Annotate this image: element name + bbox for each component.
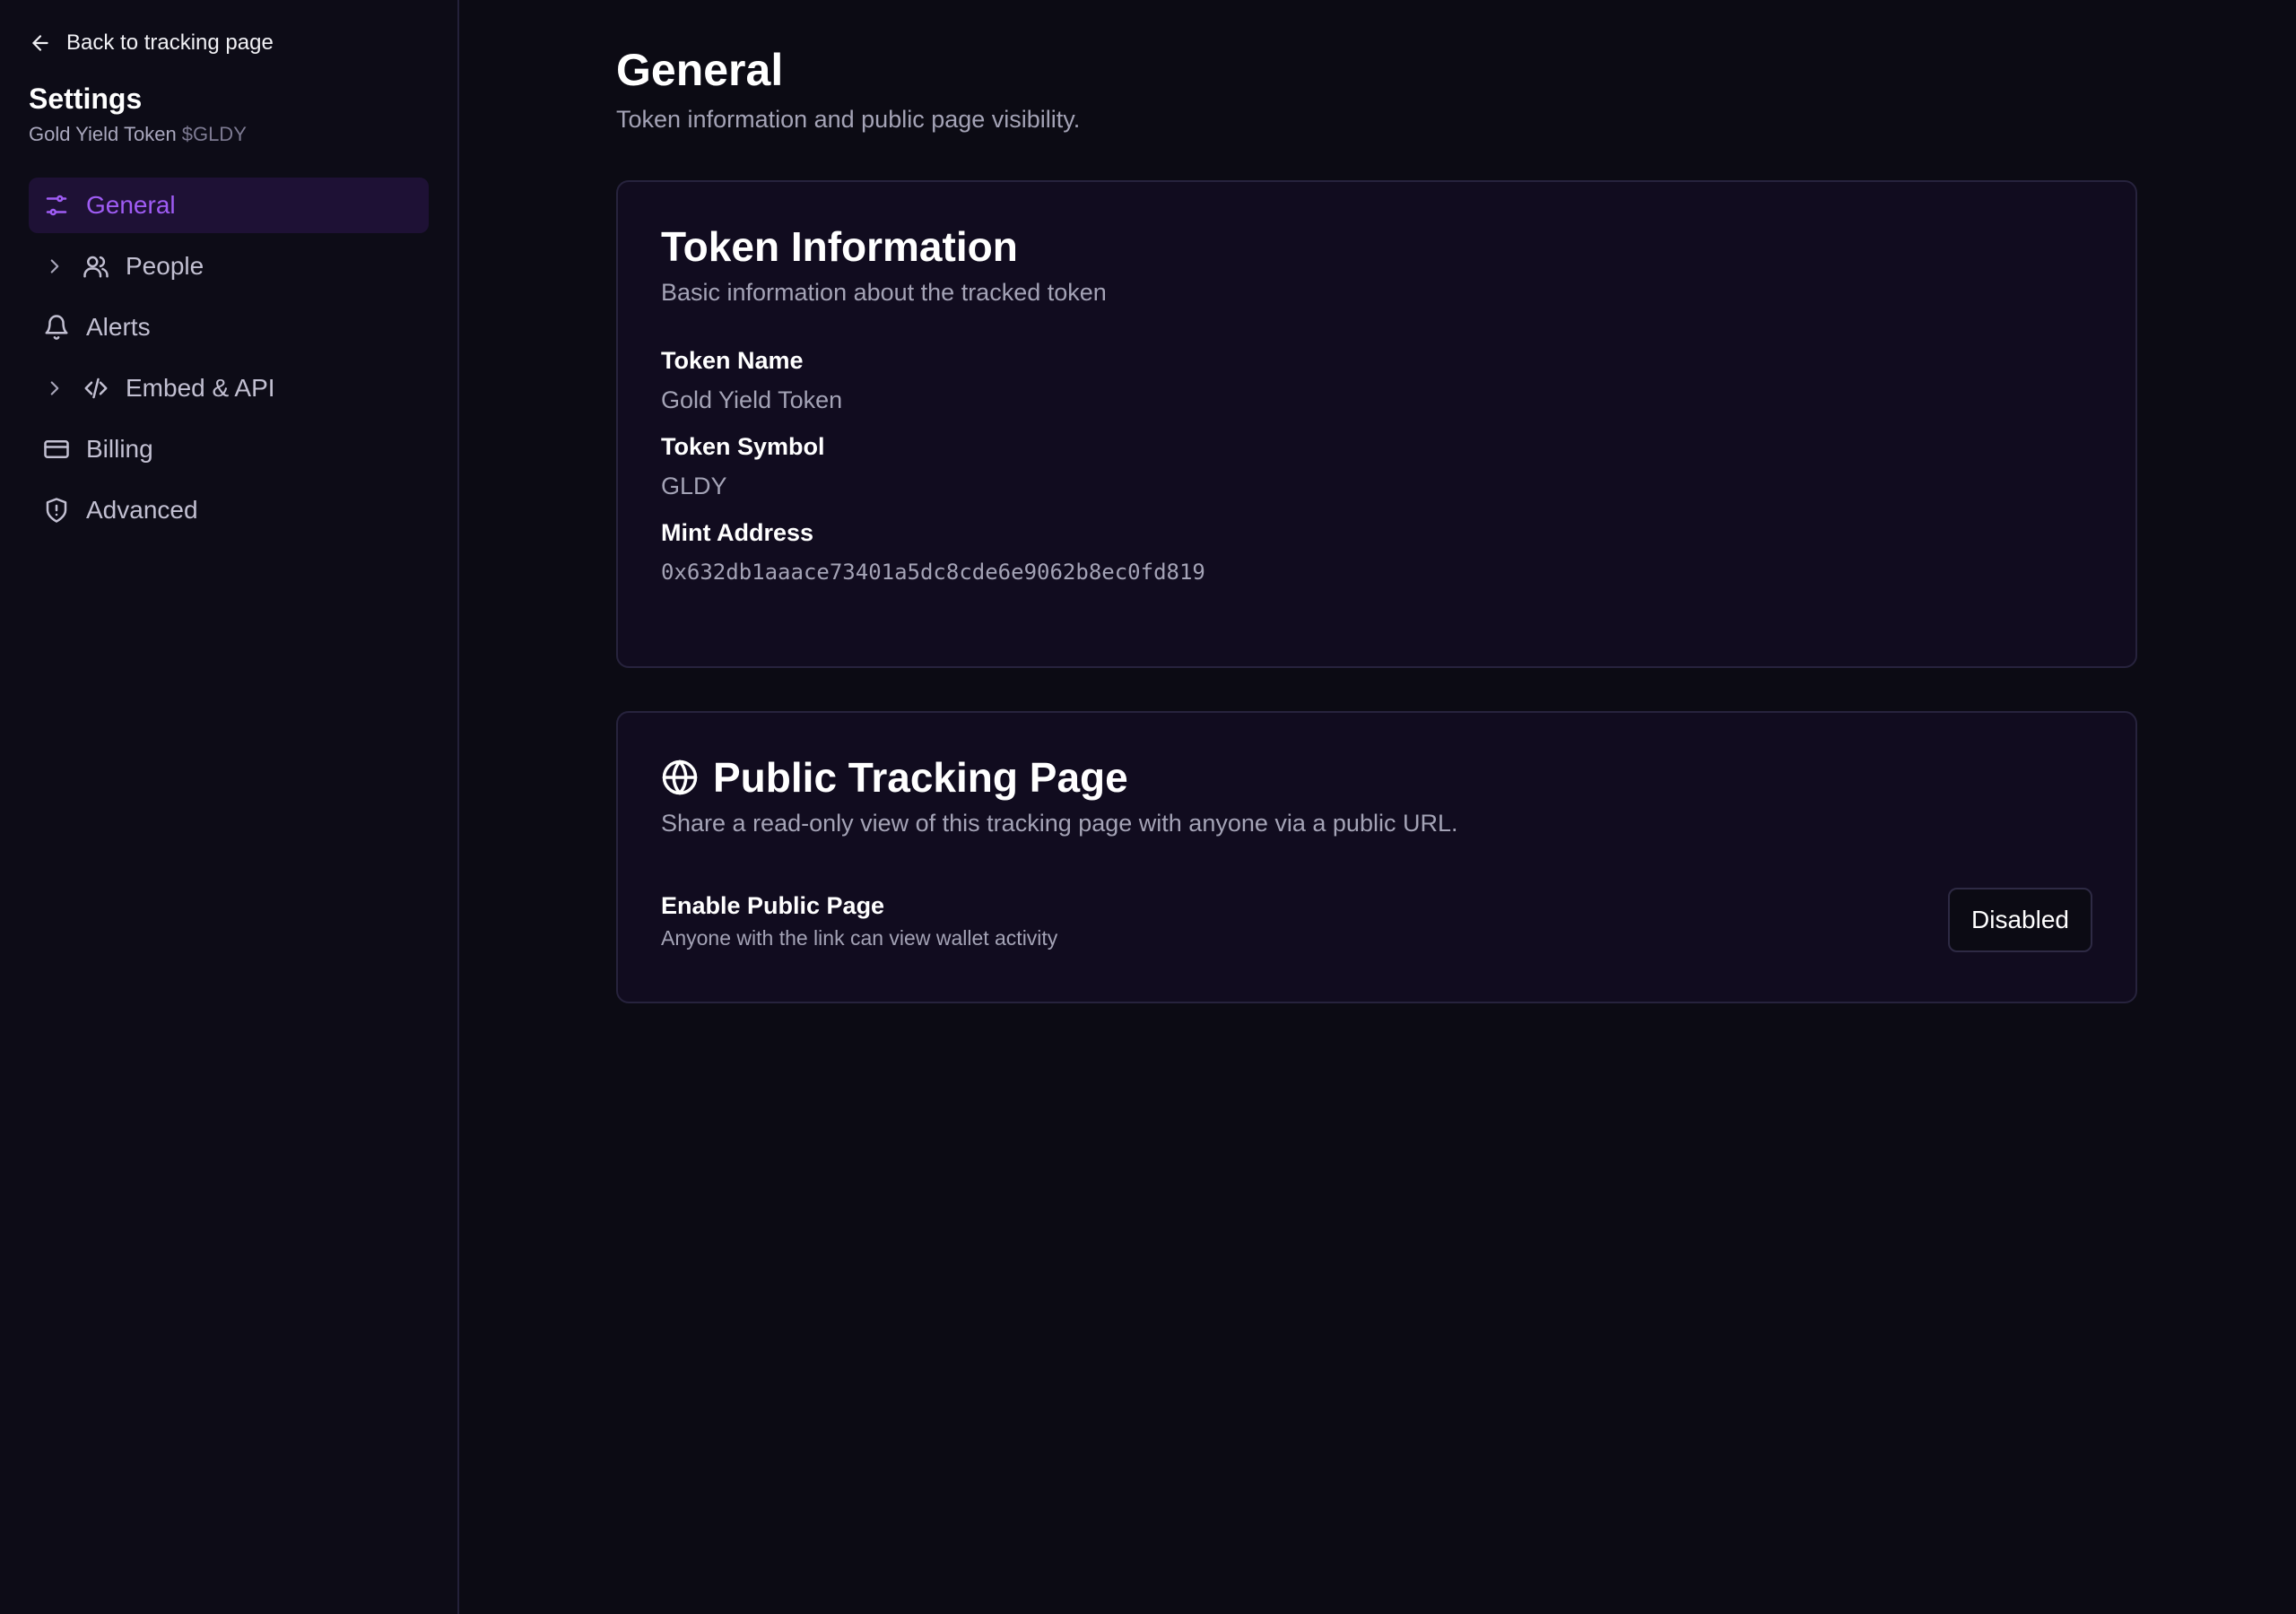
public-tracking-page-card: Public Tracking Page Share a read-only v… (616, 711, 2137, 1003)
page-subtitle: Token information and public page visibi… (616, 106, 1081, 133)
nav-item-label: Alerts (86, 313, 151, 341)
token-symbol-field: Token Symbol GLDY (661, 430, 2092, 502)
chevron-right-icon[interactable] (43, 377, 66, 400)
card-title-text: Public Tracking Page (713, 754, 1128, 801)
token-name: Gold Yield Token (29, 123, 177, 145)
mint-address-field: Mint Address 0x632db1aaace73401a5dc8cde6… (661, 516, 2092, 588)
nav-item-billing[interactable]: Billing (29, 421, 429, 477)
field-label: Mint Address (661, 519, 814, 546)
nav-item-label: People (126, 252, 204, 280)
code-icon (84, 377, 108, 399)
token-symbol: $GLDY (181, 123, 247, 145)
field-value: GLDY (661, 473, 727, 499)
public-page-toggle-button[interactable]: Disabled (1948, 888, 2092, 952)
globe-icon (662, 759, 698, 795)
back-link-label: Back to tracking page (66, 30, 274, 55)
card-title: Token Information (661, 223, 1018, 270)
nav-item-label: Embed & API (126, 374, 275, 402)
back-to-tracking-link[interactable]: Back to tracking page (29, 25, 429, 61)
nav-item-advanced[interactable]: Advanced (29, 482, 429, 538)
field-label: Token Symbol (661, 433, 825, 460)
settings-title: Settings (29, 82, 143, 115)
enable-public-page-row: Enable Public Page Anyone with the link … (661, 888, 2092, 952)
main-content: General Token information and public pag… (459, 0, 2296, 1614)
nav-item-label: General (86, 191, 176, 219)
nav-item-embed-api[interactable]: Embed & API (29, 360, 429, 416)
nav-item-alerts[interactable]: Alerts (29, 299, 429, 355)
sidebar: Back to tracking page Settings Gold Yiel… (0, 0, 459, 1614)
token-subtitle: Gold Yield Token $GLDY (29, 122, 429, 147)
shield-alert-icon (46, 498, 67, 523)
users-icon (83, 256, 109, 278)
page-title: General (616, 45, 784, 95)
sliders-icon (46, 195, 67, 216)
nav-item-general[interactable]: General (29, 178, 429, 233)
token-fields: Token Name Gold Yield Token Token Symbol… (661, 344, 2092, 588)
nav-item-label: Advanced (86, 496, 198, 524)
card-title: Public Tracking Page (661, 752, 2092, 803)
toggle-label: Enable Public Page (661, 891, 885, 919)
settings-app: Back to tracking page Settings Gold Yiel… (0, 0, 2296, 1614)
toggle-description: Anyone with the link can view wallet act… (661, 925, 1058, 950)
field-value: 0x632db1aaace73401a5dc8cde6e9062b8ec0fd8… (661, 560, 1205, 585)
field-label: Token Name (661, 347, 804, 374)
toggle-text: Enable Public Page Anyone with the link … (661, 890, 1057, 950)
credit-card-icon (44, 440, 69, 458)
token-information-card: Token Information Basic information abou… (616, 180, 2137, 668)
arrow-left-icon (32, 35, 48, 51)
nav-item-people[interactable]: People (29, 239, 429, 294)
card-subtitle: Share a read-only view of this tracking … (661, 810, 1458, 837)
card-subtitle: Basic information about the tracked toke… (661, 279, 1107, 306)
bell-icon (45, 315, 68, 340)
field-value: Gold Yield Token (661, 386, 843, 413)
token-name-field: Token Name Gold Yield Token (661, 344, 2092, 416)
settings-nav: General People Alerts Embed & API Billin… (29, 178, 429, 538)
nav-item-label: Billing (86, 435, 153, 463)
chevron-right-icon[interactable] (43, 255, 66, 278)
